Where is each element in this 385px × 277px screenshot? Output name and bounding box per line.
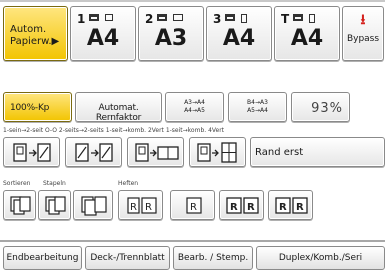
tray-paper-size: A4 xyxy=(86,26,120,51)
staple-caption: Heften xyxy=(118,180,139,187)
zoom-value: 93% xyxy=(311,101,343,116)
staple-top-left-button[interactable]: R R xyxy=(118,190,163,220)
tray-number: 3 xyxy=(213,12,222,26)
stack-caption: Stapeln xyxy=(43,180,66,187)
paper-orientation-icon xyxy=(105,14,113,21)
bypass-label: Bypass xyxy=(346,34,380,44)
staple-top-right-icon: R xyxy=(186,197,202,214)
paper-orientation-icon xyxy=(309,14,315,23)
stack-button[interactable] xyxy=(73,190,113,220)
rotate-sort-button[interactable] xyxy=(38,190,71,220)
tray-t-button[interactable]: T A4 xyxy=(274,6,340,61)
tray-paper-size: A4 xyxy=(222,26,256,51)
svg-text:R: R xyxy=(296,202,304,213)
rotate-sort-icon xyxy=(45,196,66,215)
tray-number: T xyxy=(281,12,290,26)
tab-divider xyxy=(0,240,385,242)
bypass-tray-button[interactable]: ⭳ Bypass xyxy=(342,6,384,61)
tray-icon xyxy=(293,14,303,21)
zoom-button[interactable]: 93% xyxy=(291,92,350,122)
tray-2-button[interactable]: 2 A3 xyxy=(138,6,204,61)
ratio-top-label: B4→A3 xyxy=(247,99,268,106)
staple-two-left-button[interactable]: R R xyxy=(219,190,264,220)
duplex-to-duplex-icon xyxy=(75,143,113,162)
tray-icon xyxy=(89,14,99,21)
svg-text:R: R xyxy=(247,202,255,213)
auto-reduce-enlarge-button[interactable]: Automat. Rernfaktor xyxy=(75,92,162,122)
sort-icon xyxy=(10,196,31,215)
tab-cover-slip-sheet[interactable]: Deck-/Trennblatt xyxy=(85,246,170,270)
full-size-button[interactable]: 100%-Kp xyxy=(3,92,72,122)
stack-icon xyxy=(81,196,107,216)
staple-two-top-icon: R R xyxy=(275,197,308,214)
top-border xyxy=(0,0,385,2)
staple-two-top-button[interactable]: R R xyxy=(268,190,313,220)
single-to-duplex-button[interactable] xyxy=(3,137,60,167)
preset-ratio-1-button[interactable]: A3→A4 A4→A5 xyxy=(165,92,224,122)
combine-4-icon xyxy=(197,142,237,163)
paper-orientation-icon xyxy=(241,14,247,23)
tray-number: 1 xyxy=(77,12,86,26)
staple-top-left-icon: R R xyxy=(127,197,157,214)
svg-text:R: R xyxy=(145,202,152,213)
tray-paper-size: A3 xyxy=(154,26,188,51)
tab-duplex-combine-series[interactable]: Duplex/Komb./Seri xyxy=(256,246,385,270)
svg-text:R: R xyxy=(130,202,137,213)
rand-erst-label: Rand erst xyxy=(255,147,304,158)
svg-text:R: R xyxy=(279,202,287,213)
tray-number: 2 xyxy=(145,12,154,26)
tray-3-button[interactable]: 3 A4 xyxy=(206,6,272,61)
tab-edit-stamp[interactable]: Bearb. / Stemp. xyxy=(173,246,253,270)
tab-finishing[interactable]: Endbearbeitung xyxy=(3,246,82,270)
svg-text:R: R xyxy=(190,202,197,213)
single-to-duplex-icon xyxy=(13,143,51,162)
ratio-top-label: A3→A4 xyxy=(184,99,205,106)
sort-caption: Sortieren xyxy=(3,180,31,187)
combine-2-icon xyxy=(135,143,179,162)
staple-two-left-icon: R R xyxy=(226,197,259,214)
duplex-caption: 1-sein→2-seit O-O 2-seits→2-seits 1-seit… xyxy=(3,127,225,134)
rand-erst-button[interactable]: Rand erst xyxy=(250,137,385,167)
tray-icon xyxy=(157,14,167,21)
tray-icon xyxy=(225,14,235,21)
duplex-to-duplex-button[interactable] xyxy=(65,137,122,167)
svg-text:R: R xyxy=(230,202,238,213)
preset-ratio-2-button[interactable]: B4→A3 A5→A4 xyxy=(228,92,287,122)
full-size-label: 100%-Kp xyxy=(10,103,50,113)
tray-paper-size: A4 xyxy=(290,26,324,51)
bypass-tray-icon: ⭳ xyxy=(360,12,366,28)
tray-1-button[interactable]: 1 A4 xyxy=(70,6,136,61)
ratio-bottom-label: A4→A5 xyxy=(184,107,205,114)
staple-top-right-button[interactable]: R xyxy=(170,190,215,220)
paper-orientation-icon xyxy=(173,14,183,21)
auto-reduce-enlarge-label: Automat. Rernfaktor xyxy=(95,103,142,122)
auto-paper-select-button[interactable]: Autom. Papierw.▶ xyxy=(3,6,68,61)
combine-4-button[interactable] xyxy=(189,137,246,167)
ratio-bottom-label: A5→A4 xyxy=(247,107,268,114)
combine-2-button[interactable] xyxy=(127,137,184,167)
sort-button[interactable] xyxy=(3,190,36,220)
auto-paper-select-label: Autom. Papierw.▶ xyxy=(10,24,60,47)
